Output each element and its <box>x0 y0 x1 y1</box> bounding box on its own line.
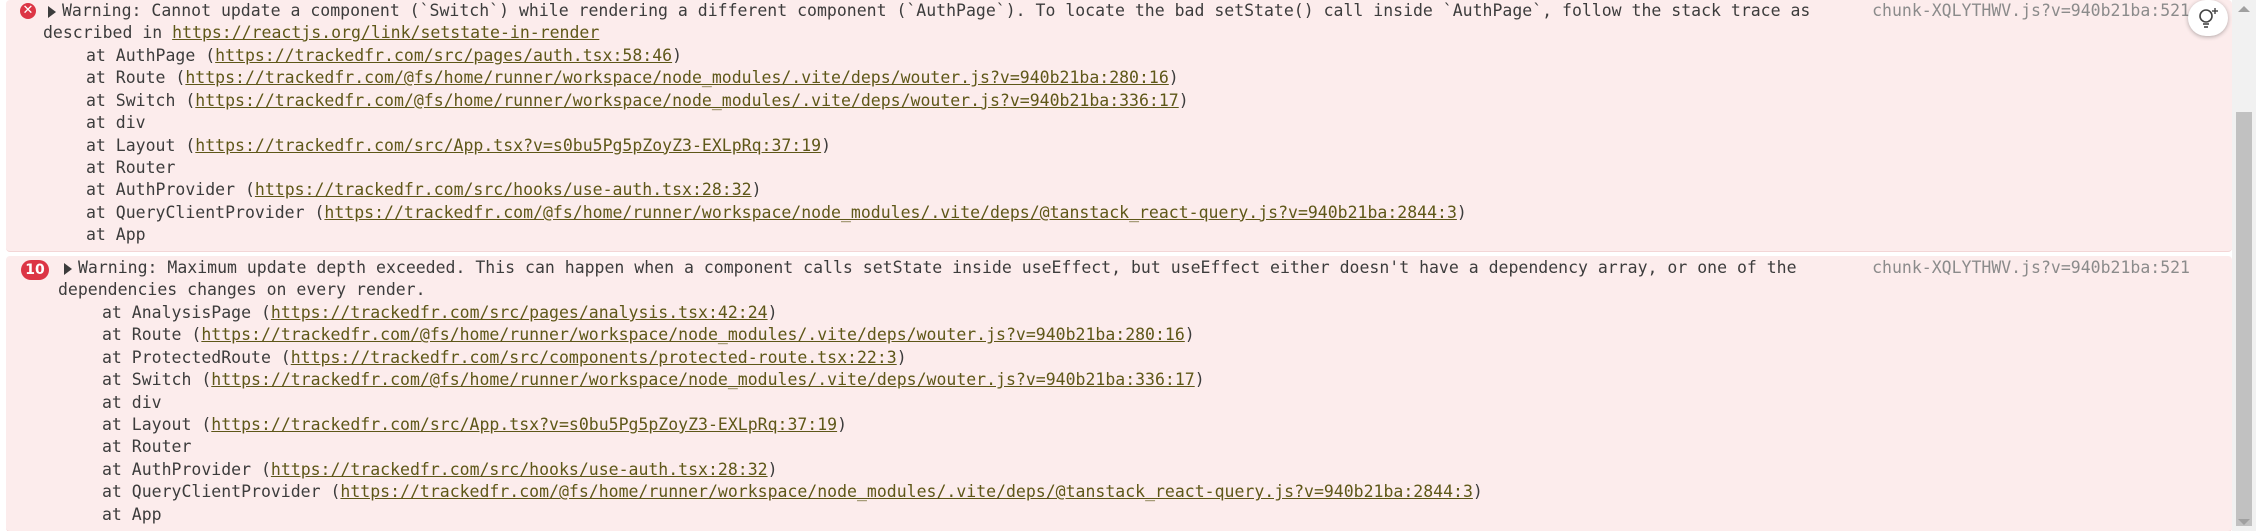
stack-frame-link[interactable]: https://trackedfr.com/src/components/pro… <box>291 348 897 367</box>
stack-frame-name: at Switch ( <box>102 370 212 390</box>
expand-triangle-icon[interactable] <box>64 263 72 275</box>
error-x-circle-icon: ✕ <box>20 3 36 19</box>
stack-frame-name: at AuthProvider ( <box>102 459 271 479</box>
stack-frame: at Route (https://trackedfr.com/@fs/home… <box>86 67 1179 90</box>
message-text-line-2: dependencies changes on every render. <box>58 280 426 299</box>
scrollbar-thumb[interactable] <box>2236 112 2252 526</box>
console-error-message: ✕ Warning: Cannot update a component (`S… <box>6 0 2232 252</box>
stack-frame-link[interactable]: https://trackedfr.com/@fs/home/runner/wo… <box>195 91 1178 110</box>
stack-frame: at ProtectedRoute (https://trackedfr.com… <box>102 347 907 370</box>
stack-frame-name: at div <box>86 113 146 133</box>
stack-frame-link[interactable]: https://trackedfr.com/@fs/home/runner/wo… <box>211 370 1194 389</box>
stack-frame: at Route (https://trackedfr.com/@fs/home… <box>102 324 1195 347</box>
stack-frame-suffix: ) <box>1194 370 1205 390</box>
stack-frame-name: at Router <box>86 158 176 177</box>
stack-frame-suffix: ) <box>896 347 907 367</box>
stack-frame-name: at Route ( <box>86 68 186 88</box>
stack-frame-suffix: ) <box>767 459 778 479</box>
message-text-line-1: Warning: Maximum update depth exceeded. … <box>78 258 1797 277</box>
stack-frame: at AuthProvider (https://trackedfr.com/s… <box>102 459 778 482</box>
doc-link[interactable]: https://reactjs.org/link/setstate-in-ren… <box>172 23 599 42</box>
stack-frame: at App <box>86 224 146 247</box>
stack-frame: at AuthPage (https://trackedfr.com/src/p… <box>86 45 682 68</box>
stack-frame-link[interactable]: https://trackedfr.com/src/pages/analysis… <box>271 303 768 322</box>
stack-frame-name: at Layout ( <box>102 415 212 434</box>
expand-triangle-icon[interactable] <box>48 6 56 18</box>
stack-frame-link[interactable]: https://trackedfr.com/src/App.tsx?v=s0bu… <box>211 415 837 434</box>
vertical-scrollbar[interactable] <box>2232 0 2256 531</box>
stack-frame-link[interactable]: https://trackedfr.com/src/hooks/use-auth… <box>255 180 752 199</box>
stack-frame-name: at QueryClientProvider ( <box>102 482 341 502</box>
stack-frame-name: at div <box>102 392 162 412</box>
stack-frame-suffix: ) <box>767 303 778 322</box>
stack-frame-name: at AuthProvider ( <box>86 180 255 200</box>
message-text-line-1: Warning: Cannot update a component (`Swi… <box>62 1 1811 20</box>
stack-frame-link[interactable]: https://trackedfr.com/@fs/home/runner/wo… <box>324 203 1456 222</box>
stack-frame: at Router <box>102 436 191 459</box>
stack-frame-name: at Router <box>102 437 192 457</box>
stack-frame: at div <box>86 112 146 135</box>
stack-frame-suffix: ) <box>837 415 848 434</box>
stack-frame-suffix: ) <box>1184 325 1195 345</box>
stack-frame: at AuthProvider (https://trackedfr.com/s… <box>86 179 762 202</box>
scroll-down-arrow-icon[interactable] <box>2238 519 2250 525</box>
source-link[interactable]: chunk-XQLYTHWV.js?v=940b21ba:521 <box>1872 257 2190 280</box>
stack-frame-link[interactable]: https://trackedfr.com/src/pages/auth.tsx… <box>215 46 672 65</box>
console-panel: ✕ Warning: Cannot update a component (`S… <box>0 0 2232 531</box>
stack-frame: at Layout (https://trackedfr.com/src/App… <box>86 135 831 158</box>
stack-frame: at QueryClientProvider (https://trackedf… <box>102 481 1483 504</box>
stack-frame-suffix: ) <box>1168 68 1179 88</box>
stack-frame: at Layout (https://trackedfr.com/src/App… <box>102 414 847 437</box>
console-error-message: 10 Warning: Maximum update depth exceede… <box>6 256 2232 531</box>
stack-frame-link[interactable]: https://trackedfr.com/src/hooks/use-auth… <box>271 460 768 479</box>
stack-frame-name: at Switch ( <box>86 90 196 110</box>
stack-frame-name: at Route ( <box>102 325 202 345</box>
stack-frame: at Router <box>86 157 175 180</box>
stack-frame: at Switch (https://trackedfr.com/@fs/hom… <box>86 90 1189 113</box>
stack-frame-suffix: ) <box>1178 90 1189 110</box>
stack-frame-suffix: ) <box>1472 482 1483 502</box>
stack-frame-name: at Layout ( <box>86 135 196 155</box>
stack-frame-link[interactable]: https://trackedfr.com/@fs/home/runner/wo… <box>340 482 1472 501</box>
stack-frame-name: at AnalysisPage ( <box>102 303 271 322</box>
stack-frame-name: at AuthPage ( <box>86 46 216 65</box>
source-link[interactable]: chunk-XQLYTHWV.js?v=940b21ba:521 <box>1872 0 2190 23</box>
lightbulb-sparkle-icon <box>2199 8 2218 28</box>
stack-frame: at Switch (https://trackedfr.com/@fs/hom… <box>102 369 1205 392</box>
scroll-up-arrow-icon[interactable] <box>2238 6 2250 12</box>
stack-frame: at QueryClientProvider (https://trackedf… <box>86 202 1467 225</box>
stack-frame-name: at QueryClientProvider ( <box>86 202 325 222</box>
stack-frame-link[interactable]: https://trackedfr.com/src/App.tsx?v=s0bu… <box>195 136 821 155</box>
stack-frame-suffix: ) <box>821 135 832 155</box>
stack-frame: at AnalysisPage (https://trackedfr.com/s… <box>102 302 778 325</box>
stack-frame-name: at App <box>102 504 162 524</box>
message-text-line-2: described in https://reactjs.org/link/se… <box>43 22 599 45</box>
stack-frame-name: at App <box>86 225 146 245</box>
stack-frame-link[interactable]: https://trackedfr.com/@fs/home/runner/wo… <box>201 325 1184 344</box>
stack-frame-suffix: ) <box>1456 202 1467 222</box>
stack-frame-name: at ProtectedRoute ( <box>102 347 291 367</box>
insights-button[interactable] <box>2188 0 2228 36</box>
stack-frame-link[interactable]: https://trackedfr.com/@fs/home/runner/wo… <box>185 68 1168 87</box>
stack-frame: at div <box>102 392 162 415</box>
stack-frame-suffix: ) <box>751 180 762 200</box>
stack-frame-suffix: ) <box>672 46 683 65</box>
stack-frame: at App <box>102 504 162 527</box>
repeat-count-badge: 10 <box>21 260 49 280</box>
message-text-prefix: described in <box>43 23 173 42</box>
